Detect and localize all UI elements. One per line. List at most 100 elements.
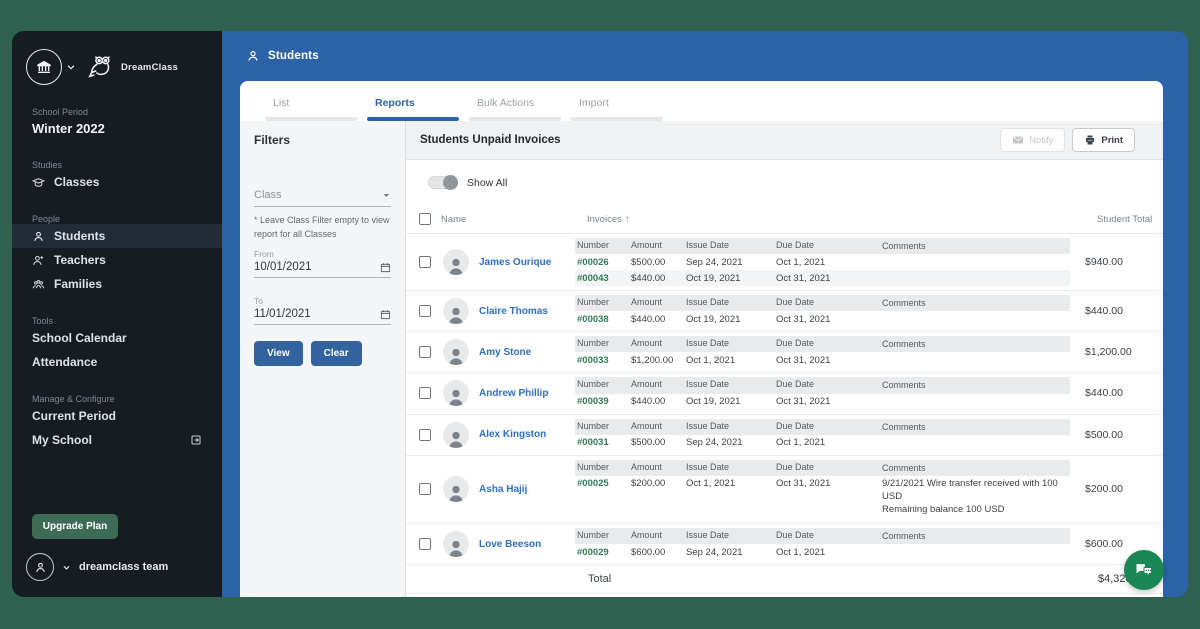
- sidebar-item-families[interactable]: Families: [12, 272, 222, 296]
- sort-ascending-icon: ↑: [624, 213, 630, 225]
- section-label-tools: Tools: [32, 316, 54, 326]
- invoice-due-date: Oct 1, 2021: [776, 437, 826, 449]
- invoice-col-label: Number: [577, 461, 610, 472]
- row-checkbox[interactable]: [419, 387, 431, 400]
- student-name-link[interactable]: Asha Hajij: [479, 484, 575, 495]
- invoice-col-label: Amount: [631, 420, 663, 431]
- sidebar-item-label: Current Period: [32, 409, 117, 423]
- sidebar-item-label: Attendance: [32, 355, 98, 369]
- to-date-value: 11/01/2021: [254, 308, 311, 320]
- report-title: Students Unpaid Invoices: [420, 134, 561, 146]
- invoice-issue-date: Sep 24, 2021: [686, 256, 743, 268]
- sidebar-item-label: Classes: [54, 175, 100, 189]
- school-period-value[interactable]: Winter 2022: [12, 117, 222, 140]
- invoice-due-date: Oct 31, 2021: [776, 396, 831, 408]
- tab-bulk-actions[interactable]: Bulk Actions: [469, 93, 561, 121]
- report-header: Students Unpaid Invoices Notify Print: [406, 121, 1163, 160]
- sidebar-item-attendance[interactable]: Attendance: [12, 350, 222, 374]
- upgrade-plan-button[interactable]: Upgrade Plan: [32, 514, 118, 539]
- invoice-col-label: Issue Date: [686, 338, 730, 349]
- invoice-amount: $440.00: [631, 396, 666, 408]
- sidebar-item-current-period[interactable]: Current Period: [12, 404, 222, 428]
- from-date-value: 10/01/2021: [254, 261, 312, 273]
- student-total: $200.00: [1085, 483, 1123, 496]
- row-checkbox[interactable]: [419, 346, 431, 359]
- class-select[interactable]: Class: [254, 189, 391, 207]
- clear-button[interactable]: Clear: [310, 341, 362, 366]
- invoice-number-link[interactable]: #00033: [575, 352, 629, 368]
- invoice-col-label: Number: [577, 530, 610, 541]
- invoice-number-link[interactable]: #00029: [575, 544, 629, 560]
- person-silhouette-icon: [448, 258, 464, 276]
- from-date-field[interactable]: 10/01/2021: [254, 259, 391, 278]
- invoice-line: #00038 $440.00 Oct 19, 2021 Oct 31, 2021: [575, 311, 1070, 327]
- tab-import[interactable]: Import: [571, 93, 663, 121]
- invoice-col-label: Amount: [631, 297, 663, 308]
- invoice-lines: Number Amount Issue Date Due Date Commen…: [575, 459, 1070, 520]
- sidebar-item-label: Families: [54, 277, 103, 291]
- row-checkbox[interactable]: [419, 483, 431, 496]
- user-menu[interactable]: dreamclass team: [12, 539, 222, 585]
- student-name-link[interactable]: Love Beeson: [479, 539, 575, 550]
- school-switcher-button[interactable]: [26, 49, 62, 85]
- student-name-link[interactable]: Alex Kingston: [479, 429, 575, 440]
- invoice-amount: $500.00: [631, 256, 666, 268]
- notify-button[interactable]: Notify: [1000, 128, 1066, 152]
- student-name-link[interactable]: Amy Stone: [479, 347, 575, 358]
- to-label: To: [254, 296, 263, 306]
- show-all-toggle[interactable]: [428, 175, 458, 190]
- invoice-col-label: Issue Date: [686, 297, 730, 308]
- invoice-col-label: Number: [577, 240, 610, 250]
- class-select-placeholder: Class: [254, 189, 282, 201]
- table-row: Andrew Phillip Number Amount Issue Date …: [406, 373, 1163, 415]
- sidebar-item-teachers[interactable]: Teachers: [12, 248, 222, 272]
- student-name-link[interactable]: James Ourique: [479, 257, 575, 268]
- tab-list[interactable]: List: [265, 93, 357, 121]
- calendar-icon[interactable]: [380, 262, 391, 273]
- student-name-link[interactable]: Andrew Phillip: [479, 388, 575, 399]
- avatar: [443, 380, 469, 407]
- table-row: Amy Stone Number Amount Issue Date Due D…: [406, 332, 1163, 374]
- invoice-comments: 9/21/2021 Wire transfer received with 10…: [882, 478, 1058, 515]
- sidebar-item-students[interactable]: Students: [12, 224, 222, 248]
- sidebar-item-my-school[interactable]: My School: [12, 428, 222, 452]
- invoice-line: #00033 $1,200.00 Oct 1, 2021 Oct 31, 202…: [575, 352, 1070, 368]
- invoice-line: #00025 $200.00 Oct 1, 2021 Oct 31, 2021 …: [575, 476, 1070, 519]
- invoice-lines: Number Amount Issue Date Due Date Commen…: [575, 238, 1070, 287]
- invoice-header: Number Amount Issue Date Due Date Commen…: [575, 238, 1070, 255]
- invoice-lines: Number Amount Issue Date Due Date Commen…: [575, 528, 1070, 560]
- row-checkbox[interactable]: [419, 428, 431, 441]
- envelope-icon: [1012, 136, 1024, 144]
- student-total: $440.00: [1085, 387, 1123, 400]
- invoice-number-link[interactable]: #00038: [575, 311, 629, 327]
- chevron-down-icon[interactable]: [66, 62, 76, 72]
- invoice-issue-date: Oct 19, 2021: [686, 272, 741, 284]
- invoice-lines: Number Amount Issue Date Due Date Commen…: [575, 418, 1070, 451]
- row-checkbox[interactable]: [419, 305, 431, 318]
- print-button[interactable]: Print: [1072, 128, 1135, 152]
- tab-reports[interactable]: Reports: [367, 93, 459, 121]
- avatar-wrap: [443, 339, 479, 366]
- select-all-checkbox[interactable]: [419, 213, 431, 225]
- view-button[interactable]: View: [254, 341, 303, 366]
- invoice-number-link[interactable]: #00031: [575, 435, 629, 451]
- row-checkbox[interactable]: [419, 538, 431, 551]
- user-name: dreamclass team: [79, 561, 169, 573]
- to-date-field[interactable]: 11/01/2021: [254, 306, 391, 325]
- invoice-number-link[interactable]: #00043: [575, 270, 629, 286]
- sidebar-item-classes[interactable]: Classes: [12, 170, 222, 194]
- invoice-number-link[interactable]: #00039: [575, 394, 629, 410]
- bank-icon: [37, 60, 51, 73]
- chevron-down-icon: [63, 565, 70, 570]
- invoice-number-link[interactable]: #00026: [575, 254, 629, 270]
- student-name-link[interactable]: Claire Thomas: [479, 306, 575, 317]
- chat-widget-button[interactable]: [1124, 550, 1164, 590]
- row-checkbox[interactable]: [419, 256, 431, 269]
- calendar-icon[interactable]: [380, 309, 391, 320]
- sidebar-item-school-calendar[interactable]: School Calendar: [12, 326, 222, 350]
- column-invoices[interactable]: Invoices ↑: [587, 214, 1082, 225]
- invoice-due-date: Oct 31, 2021: [776, 478, 831, 490]
- invoice-number-link[interactable]: #00025: [575, 476, 629, 492]
- invoice-due-date: Oct 1, 2021: [776, 256, 826, 268]
- invoice-line: #00029 $600.00 Sep 24, 2021 Oct 1, 2021: [575, 544, 1070, 560]
